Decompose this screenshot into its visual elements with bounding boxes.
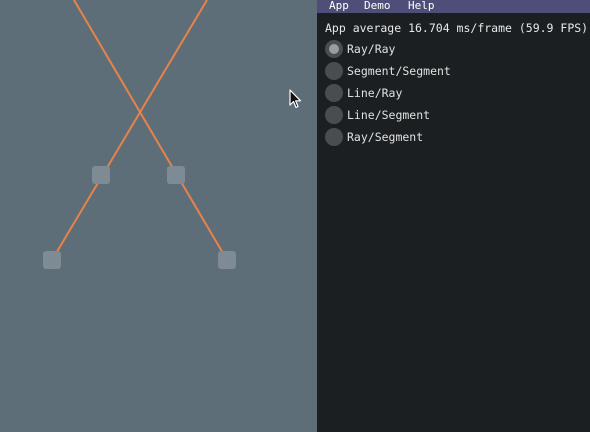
radio-label: Ray/Segment [347, 130, 424, 144]
menu-app[interactable]: App [329, 0, 349, 13]
ray-a [51, 0, 208, 261]
radio-label: Line/Segment [347, 108, 431, 122]
ray-scene [51, 0, 228, 261]
ray-b-direction-handle[interactable] [167, 166, 185, 184]
demo-viewport[interactable] [0, 0, 317, 432]
radio-label: Segment/Segment [347, 64, 451, 78]
radio-button[interactable] [325, 84, 343, 102]
radio-label: Ray/Ray [347, 42, 396, 56]
radio-button[interactable] [325, 40, 343, 58]
radio-button[interactable] [325, 128, 343, 146]
ray-b-origin-handle[interactable] [218, 251, 236, 269]
radio-button[interactable] [325, 62, 343, 80]
radio-button[interactable] [325, 106, 343, 124]
menu-help[interactable]: Help [408, 0, 435, 13]
radio-selected-dot [329, 44, 339, 54]
radio-label: Line/Ray [347, 86, 403, 100]
fps-readout: App average 16.704 ms/frame (59.9 FPS) [325, 21, 589, 35]
menu-bar: App Demo Help [317, 0, 590, 13]
ray-a-origin-handle[interactable] [43, 251, 61, 269]
arrow-cursor-icon [289, 89, 302, 109]
menu-demo[interactable]: Demo [364, 0, 391, 13]
ray-a-direction-handle[interactable] [92, 166, 110, 184]
ray-b [73, 0, 228, 261]
debug-panel: App Demo Help App average 16.704 ms/fram… [317, 0, 590, 432]
